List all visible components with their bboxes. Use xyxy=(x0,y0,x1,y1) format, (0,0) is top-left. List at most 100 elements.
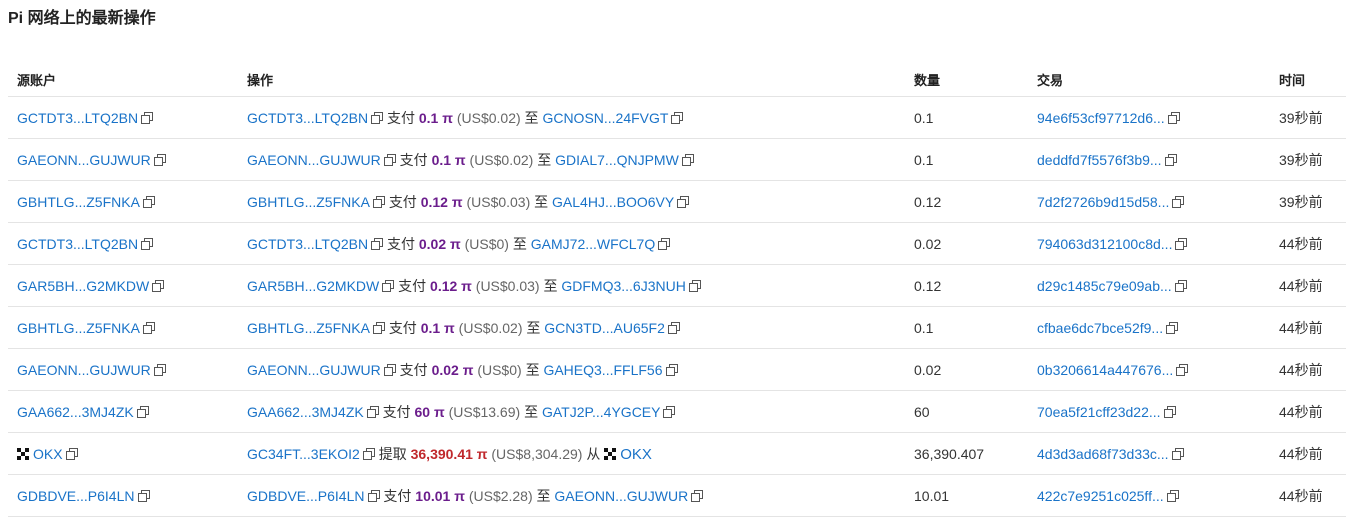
operation-from-link[interactable]: GAEONN...GUJWUR xyxy=(247,362,381,378)
time-ago: 39秒前 xyxy=(1279,109,1323,126)
transaction-hash-link[interactable]: deddfd7f5576f3b9... xyxy=(1037,152,1162,168)
transaction-hash-link[interactable]: 4d3d3ad68f73d33c... xyxy=(1037,446,1169,462)
copy-icon[interactable] xyxy=(383,363,396,376)
transaction-hash-link[interactable]: 422c7e9251c025ff... xyxy=(1037,488,1164,504)
copy-icon[interactable] xyxy=(136,405,149,418)
transaction-cell: 7d2f2726b9d15d58... xyxy=(1028,180,1270,223)
source-account-link[interactable]: GAEONN...GUJWUR xyxy=(17,152,151,168)
copy-icon[interactable] xyxy=(1174,279,1187,292)
transaction-cell: 422c7e9251c025ff... xyxy=(1028,474,1270,517)
copy-icon[interactable] xyxy=(1163,405,1176,418)
operation-from-link[interactable]: GCTDT3...LTQ2BN xyxy=(247,236,368,252)
col-header-operation: 操作 xyxy=(238,62,905,97)
operation-from-link[interactable]: GAA662...3MJ4ZK xyxy=(247,404,364,420)
source-account-link[interactable]: GAEONN...GUJWUR xyxy=(17,362,151,378)
col-header-source: 源账户 xyxy=(8,62,238,97)
operation-from-link[interactable]: GC34FT...3EKOI2 xyxy=(247,446,360,462)
operation-verb: 支付 xyxy=(383,487,412,504)
operation-to-link[interactable]: GAMJ72...WFCL7Q xyxy=(531,236,655,252)
transaction-hash-link[interactable]: 7d2f2726b9d15d58... xyxy=(1037,194,1169,210)
operation-from-link[interactable]: GBHTLG...Z5FNKA xyxy=(247,194,370,210)
operation-from-link[interactable]: GCTDT3...LTQ2BN xyxy=(247,110,368,126)
copy-icon[interactable] xyxy=(671,111,684,124)
source-account-link[interactable]: GDBDVE...P6I4LN xyxy=(17,488,135,504)
copy-icon[interactable] xyxy=(141,237,154,250)
copy-icon[interactable] xyxy=(371,237,384,250)
transaction-hash-link[interactable]: d29c1485c79e09ab... xyxy=(1037,278,1172,294)
copy-icon[interactable] xyxy=(141,111,154,124)
source-account-link[interactable]: GCTDT3...LTQ2BN xyxy=(17,110,138,126)
copy-icon[interactable] xyxy=(65,447,78,460)
copy-icon[interactable] xyxy=(153,363,166,376)
copy-icon[interactable] xyxy=(663,405,676,418)
operation-to-link[interactable]: GDFMQ3...6J3NUH xyxy=(561,278,685,294)
copy-icon[interactable] xyxy=(383,153,396,166)
copy-icon[interactable] xyxy=(1176,363,1189,376)
copy-icon[interactable] xyxy=(152,279,165,292)
copy-icon[interactable] xyxy=(1164,153,1177,166)
amount-cell: 0.1 xyxy=(905,306,1028,349)
source-account-link[interactable]: OKX xyxy=(33,446,63,462)
copy-icon[interactable] xyxy=(665,363,678,376)
time-ago: 44秒前 xyxy=(1279,319,1323,336)
copy-icon[interactable] xyxy=(142,321,155,334)
time-ago: 44秒前 xyxy=(1279,487,1323,504)
transaction-hash-link[interactable]: 794063d312100c8d... xyxy=(1037,236,1172,252)
copy-icon[interactable] xyxy=(142,195,155,208)
transaction-cell: 794063d312100c8d... xyxy=(1028,222,1270,265)
copy-icon[interactable] xyxy=(688,279,701,292)
operation-to-link[interactable]: GAHEQ3...FFLF56 xyxy=(543,362,662,378)
operation-to-link[interactable]: GAEONN...GUJWUR xyxy=(554,488,688,504)
operation-to-link[interactable]: GCN3TD...AU65F2 xyxy=(544,320,665,336)
copy-icon[interactable] xyxy=(153,153,166,166)
amount-value: 10.01 xyxy=(914,487,950,504)
copy-icon[interactable] xyxy=(1166,489,1179,502)
copy-icon[interactable] xyxy=(382,279,395,292)
copy-icon[interactable] xyxy=(658,237,671,250)
transaction-cell: cfbae6dc7bce52f9... xyxy=(1028,306,1270,349)
copy-icon[interactable] xyxy=(1167,111,1180,124)
copy-icon[interactable] xyxy=(372,195,385,208)
copy-icon[interactable] xyxy=(667,321,680,334)
operation-usd-value: (US$13.69) xyxy=(448,403,521,420)
copy-icon[interactable] xyxy=(371,111,384,124)
source-account-link[interactable]: GBHTLG...Z5FNKA xyxy=(17,320,140,336)
source-account-link[interactable]: GAR5BH...G2MKDW xyxy=(17,278,149,294)
copy-icon[interactable] xyxy=(1166,321,1179,334)
operation-from-link[interactable]: GDBDVE...P6I4LN xyxy=(247,488,365,504)
operation-to-link[interactable]: OKX xyxy=(620,446,652,463)
operation-from-link[interactable]: GAEONN...GUJWUR xyxy=(247,152,381,168)
operation-verb: 支付 xyxy=(386,235,415,252)
source-cell: GAEONN...GUJWUR xyxy=(8,348,238,391)
operation-usd-value: (US$0) xyxy=(477,361,522,378)
transaction-cell: 70ea5f21cff23d22... xyxy=(1028,390,1270,433)
copy-icon[interactable] xyxy=(1171,447,1184,460)
transaction-hash-link[interactable]: cfbae6dc7bce52f9... xyxy=(1037,320,1163,336)
time-ago: 39秒前 xyxy=(1279,193,1323,210)
copy-icon[interactable] xyxy=(372,321,385,334)
operation-to-link[interactable]: GCNOSN...24FVGT xyxy=(542,110,668,126)
copy-icon[interactable] xyxy=(677,195,690,208)
source-account-link[interactable]: GCTDT3...LTQ2BN xyxy=(17,236,138,252)
operation-from-link[interactable]: GBHTLG...Z5FNKA xyxy=(247,320,370,336)
copy-icon[interactable] xyxy=(681,153,694,166)
source-account-link[interactable]: GBHTLG...Z5FNKA xyxy=(17,194,140,210)
transaction-hash-link[interactable]: 0b3206614a447676... xyxy=(1037,362,1173,378)
copy-icon[interactable] xyxy=(137,489,150,502)
operation-verb: 支付 xyxy=(388,319,417,336)
copy-icon[interactable] xyxy=(362,447,375,460)
copy-icon[interactable] xyxy=(367,489,380,502)
operation-to-link[interactable]: GAL4HJ...BOO6VY xyxy=(552,194,674,210)
copy-icon[interactable] xyxy=(1172,195,1185,208)
source-account-link[interactable]: GAA662...3MJ4ZK xyxy=(17,404,134,420)
transaction-hash-link[interactable]: 70ea5f21cff23d22... xyxy=(1037,404,1161,420)
transaction-hash-link[interactable]: 94e6f53cf97712d6... xyxy=(1037,110,1165,126)
operation-to-link[interactable]: GDIAL7...QNJPMW xyxy=(555,152,679,168)
operation-from-link[interactable]: GAR5BH...G2MKDW xyxy=(247,278,379,294)
copy-icon[interactable] xyxy=(691,489,704,502)
source-cell: OKX xyxy=(8,432,238,475)
operation-to-link[interactable]: GATJ2P...4YGCEY xyxy=(542,404,661,420)
copy-icon[interactable] xyxy=(1175,237,1188,250)
time-cell: 44秒前 xyxy=(1270,306,1346,349)
copy-icon[interactable] xyxy=(366,405,379,418)
